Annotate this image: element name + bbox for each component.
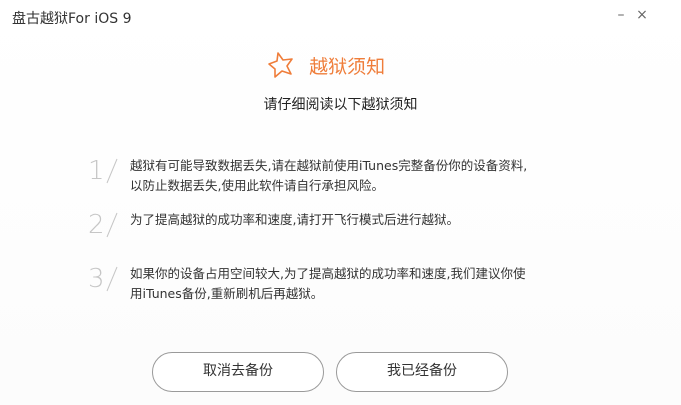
notice-number: 3 xyxy=(88,264,105,294)
notice-subtitle: 请仔细阅读以下越狱须知 xyxy=(263,97,418,113)
notice-number: 1 xyxy=(88,156,105,186)
notice-text-line: 越狱有可能导致数据丢失,请在越狱前使用iTunes完整备份你的设备资料, xyxy=(130,158,528,173)
notice-text-line: 用iTunes备份,重新刷机后再越狱。 xyxy=(130,286,324,301)
notice-text-line: 以防止数据丢失,使用此软件请自行承担风险。 xyxy=(130,178,384,193)
notice-number: 2 xyxy=(88,210,105,240)
slash-divider-icon xyxy=(106,158,118,184)
close-button[interactable]: × xyxy=(633,6,651,24)
star-outline-icon xyxy=(268,52,293,78)
slash-divider-icon xyxy=(106,266,118,292)
minimize-button[interactable]: – xyxy=(612,6,630,24)
notice-text-line: 如果你的设备占用空间较大,为了提高越狱的成功率和速度,我们建议你使 xyxy=(130,266,526,281)
slash-divider-icon xyxy=(106,212,118,238)
notice-title: 越狱须知 xyxy=(309,55,386,78)
title-bar[interactable]: 盘古越狱For iOS 9 – × xyxy=(0,0,681,40)
already-backed-up-button[interactable]: 我已经备份 xyxy=(336,352,508,392)
notice-text-line: 为了提高越狱的成功率和速度,请打开飞行模式后进行越狱。 xyxy=(130,212,459,227)
cancel-backup-button[interactable]: 取消去备份 xyxy=(152,352,324,392)
notice-header: 越狱须知 xyxy=(0,50,681,84)
app-title: 盘古越狱For iOS 9 xyxy=(12,11,132,27)
jailbreak-notice-window: 盘古越狱For iOS 9 – × 越狱须知 请仔细阅读以下越狱须知 1 越狱有… xyxy=(0,0,681,405)
